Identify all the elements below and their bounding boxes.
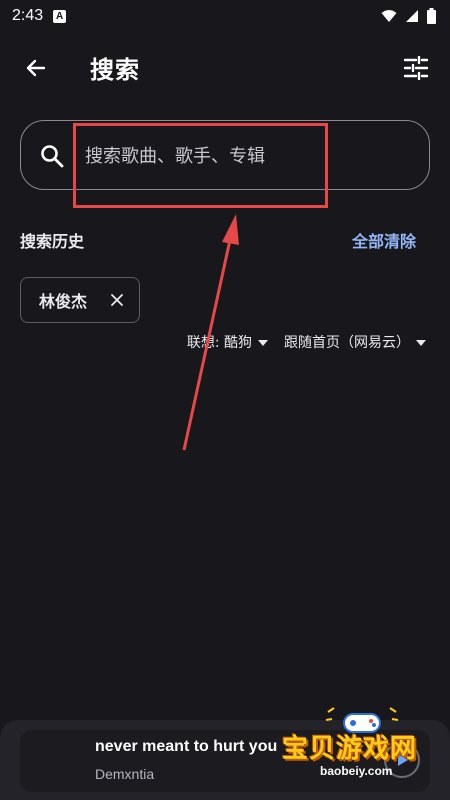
annotation-arrow xyxy=(182,214,239,451)
watermark-text: 宝贝游戏网 xyxy=(282,734,418,764)
now-playing-artist: Demxntia xyxy=(95,766,155,782)
watermark-url: baobeiy.com xyxy=(320,764,393,778)
now-playing-title: never meant to hurt you xyxy=(95,738,278,755)
watermark: 宝贝游戏网 baobeiy.com xyxy=(274,706,450,784)
